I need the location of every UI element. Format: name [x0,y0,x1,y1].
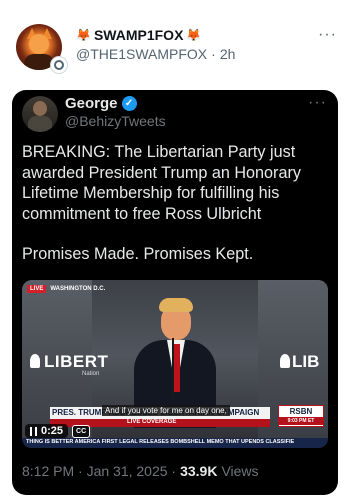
quoted-author-handle[interactable]: @BehizyTweets [65,113,166,129]
network-time: 9:03 PM ET [279,417,323,425]
author-handle-line: @THE1SWAMPFOX · 2h [76,46,235,62]
quoted-post-meta: 8:12 PM · Jan 31, 2025 · 33.9K Views [22,463,259,479]
views-label: Views [221,463,259,479]
video-player[interactable]: LIVE WASHINGTON D.C. LIBERT Nation LIB P… [22,280,328,448]
player-controls: 0:25 CC [25,424,91,438]
separator: · [211,46,216,62]
microphone-icon [172,338,174,398]
torch-logo-icon [280,354,290,368]
live-coverage-label: LIVE COVERAGE [127,419,177,425]
affiliation-badge-icon [50,56,68,74]
author-handle[interactable]: @THE1SWAMPFOX [76,46,207,62]
quoted-author-name[interactable]: George ✓ [65,95,137,112]
location-label: WASHINGTON D.C. [50,286,106,292]
network-logo: RSBN 9:03 PM ET [278,405,324,427]
play-pause-button[interactable]: 0:25 [25,424,69,438]
verified-badge-icon: ✓ [121,96,137,111]
quoted-text-paragraph: Promises Made. Promises Kept. [22,245,254,263]
quoted-text-paragraph: BREAKING: The Libertarian Party just awa… [22,143,301,223]
quoted-more-options-icon[interactable]: ··· [308,94,327,112]
author-display-name: SWAMP1FOX [93,27,184,43]
pause-icon [30,426,37,436]
author-name[interactable]: 🦊 SWAMP1FOX 🦊 [76,27,201,43]
views-count: 33.9K [180,463,218,479]
quoted-display-name: George [65,95,118,112]
live-badge: LIVE [27,285,47,293]
post-header: 🦊 SWAMP1FOX 🦊 @THE1SWAMPFOX · 2h ··· [0,0,350,90]
news-ticker: THING IS BETTER AMERICA FIRST LEGAL RELE… [26,439,295,445]
author-avatar[interactable] [16,24,68,74]
video-caption: And if you vote for me on day one, [102,405,230,416]
elapsed-time: 0:25 [41,425,64,437]
torch-logo-icon [30,354,40,368]
fox-emoji-icon: 🦊 [186,28,202,42]
quoted-timestamp[interactable]: 8:12 PM · Jan 31, 2025 · [22,463,176,479]
stage-sign-right: LIB [292,352,320,371]
quoted-author-avatar[interactable] [22,96,58,132]
more-options-icon[interactable]: ··· [318,26,337,44]
fox-emoji-icon: 🦊 [76,28,91,42]
live-location-tag: LIVE WASHINGTON D.C. [27,285,105,293]
stage-subtext-left: Nation [82,371,100,377]
quoted-post-text: BREAKING: The Libertarian Party just awa… [22,142,334,265]
closed-captions-button[interactable]: CC [72,424,91,438]
stage-sign-left: LIBERT [44,352,109,371]
network-name: RSBN [289,407,313,416]
quoted-post-card[interactable]: George ✓ @BehizyTweets ··· BREAKING: The… [12,90,338,495]
post-time[interactable]: 2h [220,46,236,62]
